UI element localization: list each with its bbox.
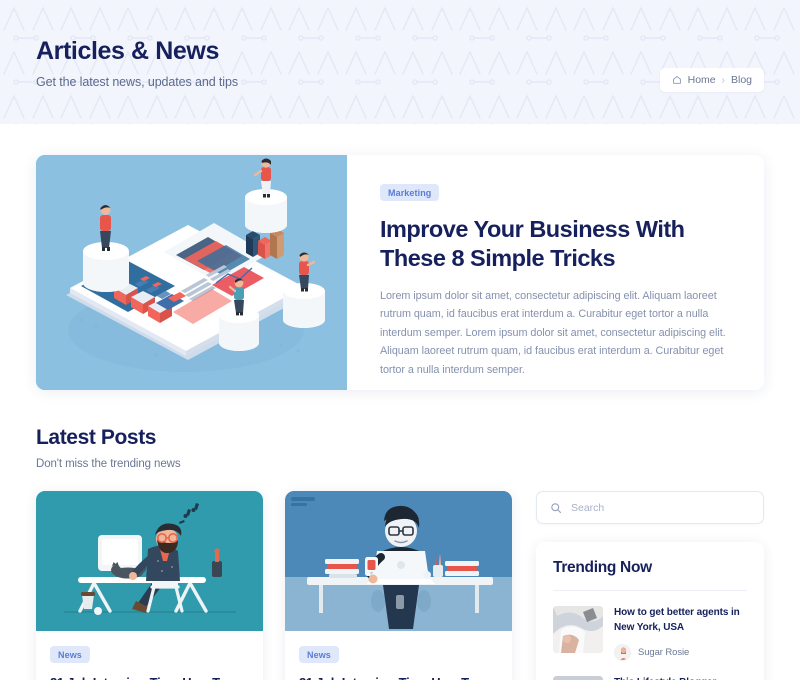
trending-item[interactable]: How to get better agents in New York, US… (553, 591, 747, 661)
featured-article-card[interactable]: Marketing Improve Your Business With The… (36, 155, 764, 390)
breadcrumb-current: Blog (730, 74, 752, 86)
main-content: Marketing Improve Your Business With The… (0, 155, 800, 680)
posts-column: News 21 Job Interview Tips: How To Make … (36, 491, 512, 680)
home-icon (672, 75, 682, 85)
trending-item[interactable]: This Lifestyle Blogger Planned Her Intim… (553, 661, 747, 680)
post-card-meta: News 21 Job Interview Tips: How To Make … (285, 631, 512, 680)
trending-item-title: This Lifestyle Blogger Planned Her Intim… (614, 676, 747, 680)
featured-category-badge[interactable]: Marketing (380, 184, 440, 201)
page-header: Articles & News Get the latest news, upd… (0, 0, 800, 124)
featured-article-excerpt: Lorem ipsum dolor sit amet, consectetur … (380, 289, 726, 377)
section-subtitle: Don't miss the trending news (36, 458, 181, 470)
breadcrumb: Home › Blog (659, 68, 764, 92)
search-icon (550, 502, 562, 514)
trending-now-title: Trending Now (553, 559, 652, 576)
trending-now-panel: Trending Now How to get better agents in… (536, 542, 764, 680)
search-box[interactable] (536, 491, 764, 524)
latest-posts-heading: Latest Posts Don't miss the trending new… (36, 426, 764, 470)
breadcrumb-separator: › (721, 74, 725, 86)
post-card-title: 21 Job Interview Tips: How To Make a (299, 674, 498, 680)
trending-item-thumbnail (553, 676, 603, 680)
page-title: Articles & News (36, 36, 219, 65)
sidebar: Trending Now (536, 491, 764, 680)
trending-item-author: Sugar Rosie (614, 644, 747, 661)
section-title: Latest Posts (36, 426, 157, 449)
featured-article-image (36, 155, 347, 390)
header-content: Articles & News Get the latest news, upd… (0, 0, 800, 124)
trending-item-body: How to get better agents in New York, US… (614, 606, 747, 661)
post-card-title: 21 Job Interview Tips: How To Make a (50, 674, 249, 680)
post-card-meta: News 21 Job Interview Tips: How To Make … (36, 631, 263, 680)
post-category-badge[interactable]: News (299, 646, 339, 663)
trending-item-thumbnail (553, 606, 603, 653)
post-card-image (285, 491, 512, 631)
post-card[interactable]: News 21 Job Interview Tips: How To Make … (36, 491, 263, 680)
posts-and-sidebar: News 21 Job Interview Tips: How To Make … (36, 491, 764, 680)
post-card-image (36, 491, 263, 631)
trending-item-title: How to get better agents in New York, US… (614, 607, 740, 633)
post-category-badge[interactable]: News (50, 646, 90, 663)
breadcrumb-home-link[interactable]: Home (688, 74, 716, 86)
trending-item-body: This Lifestyle Blogger Planned Her Intim… (614, 676, 747, 680)
trending-item-author-name: Sugar Rosie (638, 647, 690, 658)
search-input[interactable] (571, 501, 750, 514)
page-subtitle: Get the latest news, updates and tips (36, 74, 238, 89)
featured-article-body: Marketing Improve Your Business With The… (347, 155, 764, 390)
avatar (614, 644, 631, 661)
post-card[interactable]: News 21 Job Interview Tips: How To Make … (285, 491, 512, 680)
featured-article-title: Improve Your Business With These 8 Simpl… (380, 216, 685, 271)
